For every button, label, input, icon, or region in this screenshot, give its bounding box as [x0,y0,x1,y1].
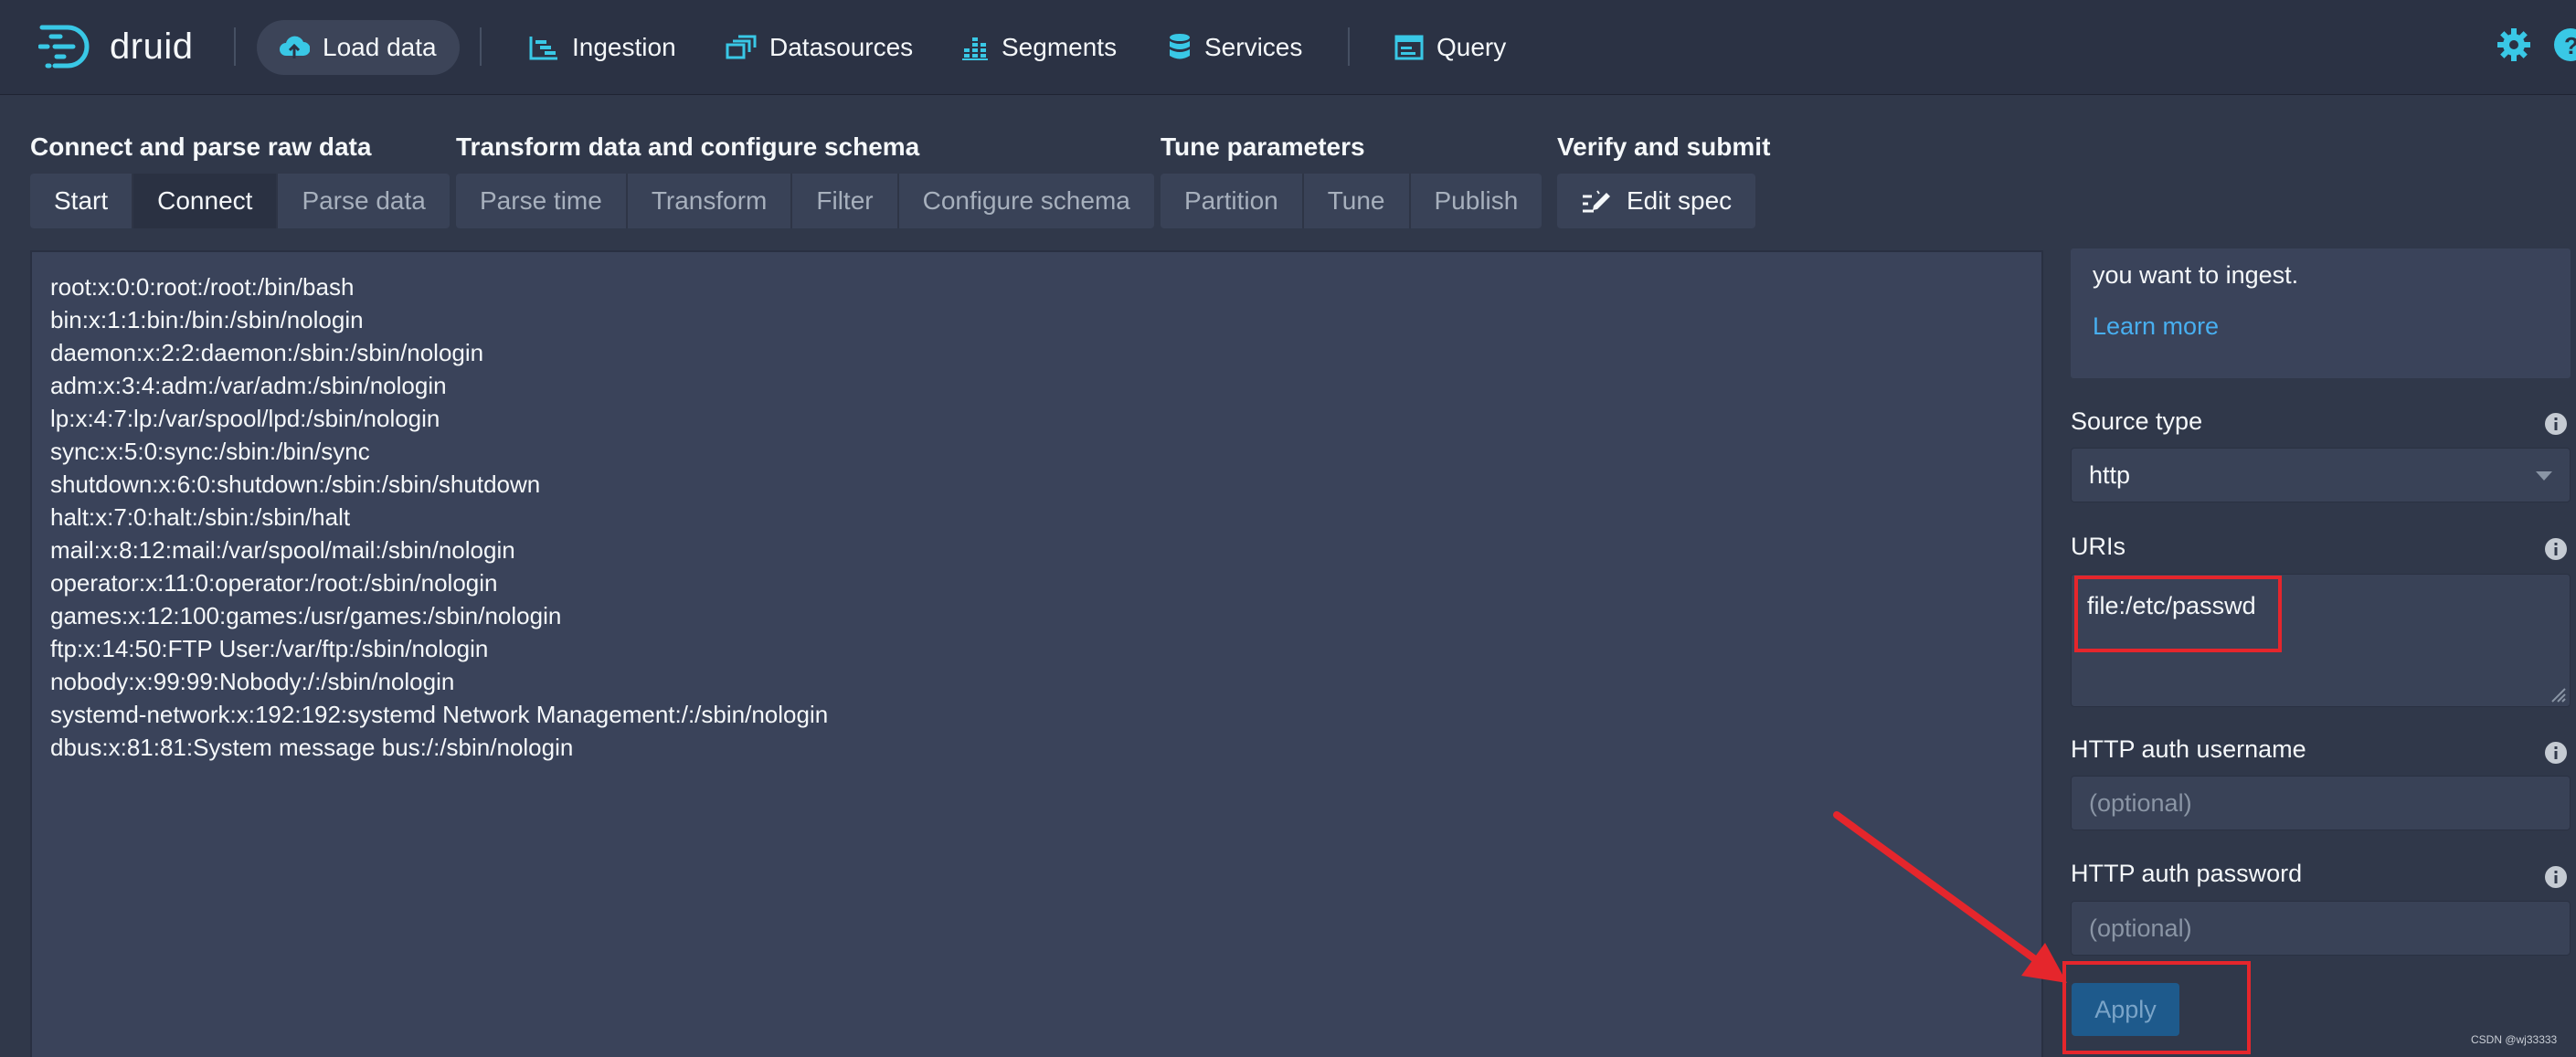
nav-query[interactable]: Query [1373,20,1528,75]
info-sign-icon[interactable] [2544,412,2568,436]
http-auth-password-label: HTTP auth password [2071,860,2303,887]
step-publish[interactable]: Publish [1410,174,1542,228]
preview-line: adm:x:3:4:adm:/var/adm:/sbin/nologin [50,372,447,399]
nav-ingestion-label: Ingestion [572,33,676,61]
step-start[interactable]: Start [30,174,134,228]
step-tune[interactable]: Tune [1303,174,1411,228]
help-icon: ? [2554,28,2576,61]
preview-text: root:x:0:0:root:/root:/bin/bash bin:x:1:1… [50,270,828,764]
preview-line: nobody:x:99:99:Nobody:/:/sbin/nologin [50,668,455,695]
info-sign-icon[interactable] [2544,537,2568,561]
step-edit-spec-label: Edit spec [1627,186,1733,215]
svg-text:?: ? [2564,32,2576,59]
step-group-title-connect: Connect and parse raw data [30,132,372,161]
settings-button[interactable] [2496,27,2531,67]
uris-label: URIs [2071,533,2125,560]
druid-logo[interactable]: druid [38,24,193,69]
red-arrow-annotation [1833,811,2067,983]
preview-line: shutdown:x:6:0:shutdown:/sbin:/sbin/shut… [50,470,541,498]
highlight-box-apply [2062,961,2251,1054]
stacked-chart-icon [962,37,988,60]
nav-services[interactable]: Services [1146,20,1324,75]
preview-line: daemon:x:2:2:daemon:/sbin:/sbin/nologin [50,339,484,366]
druid-logo-icon [38,25,90,69]
brand-name: druid [110,26,194,67]
preview-line: lp:x:4:7:lp:/var/spool/lpd:/sbin/nologin [50,405,440,432]
top-navbar: druid Load data Ingestion Datasources Se… [0,0,2576,94]
nav-segments-label: Segments [1002,33,1118,61]
step-parse-time[interactable]: Parse time [456,174,628,228]
nav-separator [480,27,482,66]
nav-separator [1348,27,1350,66]
step-group-tune: Partition Tune Publish [1161,174,1542,228]
step-transform[interactable]: Transform [627,174,793,228]
cloud-upload-icon [280,36,310,58]
step-group-transform: Parse time Transform Filter Configure sc… [456,174,1154,228]
nav-query-label: Query [1436,33,1507,61]
source-type-label: Source type [2071,407,2203,435]
nav-ingestion[interactable]: Ingestion [506,20,698,75]
preview-line: bin:x:1:1:bin:/bin:/sbin/nologin [50,306,364,333]
http-auth-password-input[interactable]: (optional) [2071,901,2571,956]
edit-spec-icon [1583,190,1610,213]
step-group-connect: Start Connect Parse data [30,174,450,228]
preview-line: games:x:12:100:games:/usr/games:/sbin/no… [50,602,562,629]
step-group-title-transform: Transform data and configure schema [456,132,920,161]
step-partition[interactable]: Partition [1161,174,1304,228]
preview-line: operator:x:11:0:operator:/root:/sbin/nol… [50,569,498,597]
gear-icon [2497,28,2530,61]
multi-select-icon [726,35,757,59]
info-sign-icon[interactable] [2544,741,2568,765]
preview-line: halt:x:7:0:halt:/sbin:/sbin/halt [50,503,351,531]
database-icon [1170,34,1190,59]
nav-segments[interactable]: Segments [939,20,1139,75]
step-connect[interactable]: Connect [133,174,279,228]
watermark: CSDN @wj33333 [2471,1033,2558,1046]
info-callout-text: you want to ingest. [2093,261,2299,289]
preview-line: sync:x:5:0:sync:/sbin:/bin/sync [50,438,370,465]
learn-more-link[interactable]: Learn more [2093,312,2219,341]
resize-grip-icon[interactable] [2549,685,2567,703]
nav-load-data-label: Load data [323,33,437,61]
caret-down-icon [2536,471,2552,481]
nav-services-label: Services [1204,33,1303,61]
preview-line: systemd-network:x:192:192:systemd Networ… [50,701,829,728]
preview-line: mail:x:8:12:mail:/var/spool/mail:/sbin/n… [50,536,515,564]
http-auth-username-placeholder: (optional) [2089,788,2192,817]
preview-line: dbus:x:81:81:System message bus:/:/sbin/… [50,734,574,761]
highlight-box-uris [2074,576,2282,652]
nav-separator [234,27,236,66]
info-sign-icon[interactable] [2544,865,2568,889]
help-button[interactable]: ? [2553,27,2576,67]
source-type-value: http [2089,460,2131,489]
application-icon [1394,35,1424,60]
step-edit-spec[interactable]: Edit spec [1557,174,1756,228]
gantt-chart-icon [529,37,557,60]
step-parse-data[interactable]: Parse data [278,174,450,228]
http-auth-username-label: HTTP auth username [2071,735,2306,763]
step-group-verify: Edit spec [1557,174,1756,228]
http-auth-username-input[interactable]: (optional) [2071,776,2571,830]
http-auth-password-placeholder: (optional) [2089,914,2192,942]
step-group-title-tune: Tune parameters [1161,132,1365,161]
nav-datasources-label: Datasources [769,33,914,61]
step-configure-schema[interactable]: Configure schema [898,174,1154,228]
nav-datasources[interactable]: Datasources [704,20,935,75]
step-group-title-verify: Verify and submit [1557,132,1771,161]
nav-load-data[interactable]: Load data [257,20,460,75]
preview-line: root:x:0:0:root:/root:/bin/bash [50,273,355,301]
preview-line: ftp:x:14:50:FTP User:/var/ftp:/sbin/nolo… [50,635,489,662]
raw-data-preview: root:x:0:0:root:/root:/bin/bash bin:x:1:1… [30,250,2043,1057]
info-callout: you want to ingest. Learn more [2071,248,2571,378]
source-type-select[interactable]: http [2071,448,2571,502]
step-filter[interactable]: Filter [792,174,899,228]
